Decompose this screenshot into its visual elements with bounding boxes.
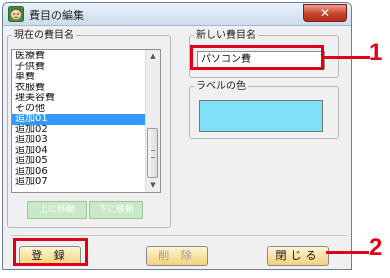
window-title: 費目の編集 xyxy=(29,9,84,22)
list-item[interactable]: 追加04 xyxy=(12,146,146,157)
delete-button[interactable]: 削 除 xyxy=(146,246,208,266)
callout-2-highlight xyxy=(13,238,88,266)
list-item[interactable]: 追加07 xyxy=(12,177,146,188)
list-item[interactable]: 理美容費 xyxy=(12,93,146,104)
app-face-icon xyxy=(8,6,24,22)
move-down-button[interactable]: 下に移動 xyxy=(89,201,143,219)
label-color-label: ラベルの色 xyxy=(196,81,246,92)
scroll-up-arrow-icon[interactable]: ▲ xyxy=(146,50,160,63)
list-item[interactable]: 追加02 xyxy=(12,125,146,136)
callout-1-highlight xyxy=(190,45,324,70)
category-list-items: 医療費 子供費 車費 衣服費 理美容費 その他 追加01 追加02 追加03 追加04 追加05 追加… xyxy=(12,51,146,188)
current-category-label: 現在の費目名 xyxy=(14,30,74,41)
list-item[interactable]: 追加03 xyxy=(12,135,146,146)
callout-1-number: 1 xyxy=(369,39,383,66)
list-item[interactable]: 衣服費 xyxy=(12,83,146,94)
list-item[interactable]: その他 xyxy=(12,104,146,115)
window-close-button[interactable]: ✕ xyxy=(303,4,347,22)
grip-icon xyxy=(151,150,155,158)
callout-1-line xyxy=(324,56,370,59)
close-button[interactable]: 閉じる xyxy=(267,246,329,266)
list-item[interactable]: 追加05 xyxy=(12,156,146,167)
button-separator xyxy=(11,235,347,236)
label-color-swatch[interactable] xyxy=(199,100,323,132)
list-item[interactable]: 医療費 xyxy=(12,51,146,62)
edit-category-dialog: 費目の編集 ✕ 現在の費目名 医療費 子供費 車費 衣服費 理美容費 その他 追加01 追加0… xyxy=(2,2,352,270)
scroll-thumb[interactable] xyxy=(147,128,158,178)
list-item[interactable]: 追加06 xyxy=(12,167,146,178)
scroll-down-arrow-icon[interactable]: ▼ xyxy=(146,179,160,192)
move-up-button[interactable]: 上に移動 xyxy=(27,201,87,219)
list-scrollbar[interactable]: ▲ ▼ xyxy=(145,50,160,192)
list-item[interactable]: 追加01 xyxy=(12,114,146,125)
category-listbox[interactable]: 医療費 子供費 車費 衣服費 理美容費 その他 追加01 追加02 追加03 追加04 追加05 追加… xyxy=(11,49,161,193)
callout-2-number: 2 xyxy=(369,234,383,261)
callout-2-line xyxy=(326,251,369,254)
new-name-label: 新しい費目名 xyxy=(196,30,256,41)
title-bar[interactable]: 費目の編集 ✕ xyxy=(3,3,351,26)
list-item[interactable]: 子供費 xyxy=(12,62,146,73)
list-item[interactable]: 車費 xyxy=(12,72,146,83)
